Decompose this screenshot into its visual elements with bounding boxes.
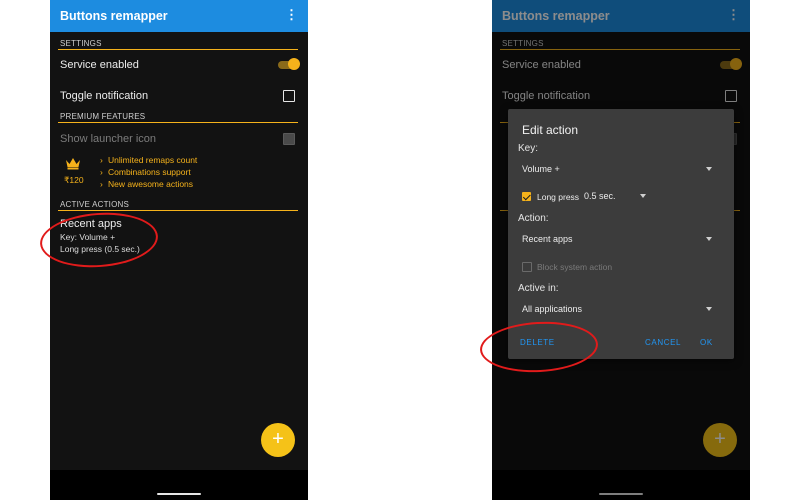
block-system-action-checkbox (522, 262, 532, 272)
plus-icon: + (272, 428, 284, 450)
active-in-value: All applications (522, 304, 583, 314)
app-title: Buttons remapper (60, 9, 168, 23)
key-value: Volume + (522, 164, 560, 174)
premium-price[interactable]: ₹120 (64, 175, 84, 186)
block-system-action-label: Block system action (537, 262, 613, 272)
dropdown-arrow-icon (640, 194, 646, 198)
active-actions-header: ACTIVE ACTIONS (60, 200, 130, 209)
dropdown-arrow-icon (706, 167, 712, 171)
long-press-value: 0.5 sec. (584, 191, 616, 201)
cancel-button[interactable]: CANCEL (645, 338, 681, 347)
phone-screen-dialog: Buttons remapper ⋮ SETTINGS Service enab… (492, 0, 750, 500)
dropdown-arrow-icon (706, 307, 712, 311)
show-launcher-icon-checkbox (283, 133, 295, 145)
long-press-checkbox[interactable] (522, 192, 531, 201)
premium-features-header: PREMIUM FEATURES (60, 112, 146, 121)
ok-button[interactable]: OK (700, 338, 713, 347)
add-action-button[interactable]: + (261, 423, 295, 457)
toggle-notification-checkbox[interactable] (283, 90, 295, 102)
chevron-right-icon: › (100, 155, 103, 165)
dialog-title: Edit action (522, 123, 579, 137)
feature-item: › New awesome actions (100, 179, 194, 189)
chevron-right-icon: › (100, 167, 103, 177)
action-label: Action: (518, 213, 549, 224)
key-label: Key: (518, 143, 539, 154)
feature-item: › Unlimited remaps count (100, 155, 198, 165)
toggle-notification-label: Toggle notification (60, 90, 149, 102)
feature-item: › Combinations support (100, 167, 191, 177)
divider (58, 49, 298, 50)
home-gesture-pill[interactable] (157, 493, 201, 495)
long-press-label: Long press (537, 192, 580, 202)
dropdown-arrow-icon (706, 237, 712, 241)
overflow-menu-icon[interactable]: ⋮ (285, 8, 298, 22)
switch-thumb[interactable] (288, 58, 300, 70)
action-value: Recent apps (522, 234, 573, 244)
active-in-label: Active in: (518, 283, 559, 294)
divider (58, 210, 298, 211)
crown-icon (66, 158, 80, 170)
chevron-right-icon: › (100, 179, 103, 189)
divider (58, 122, 298, 123)
service-enabled-label: Service enabled (60, 59, 139, 71)
app-bar: Buttons remapper ⋮ (50, 0, 308, 32)
navigation-bar (50, 470, 308, 500)
show-launcher-icon-label: Show launcher icon (60, 133, 157, 145)
settings-header: SETTINGS (60, 39, 102, 48)
